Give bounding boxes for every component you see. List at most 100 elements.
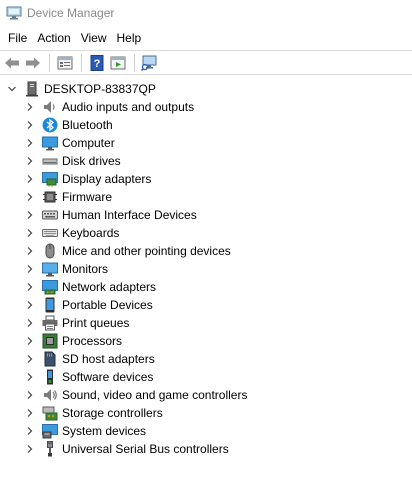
expand-chevron-icon[interactable] — [24, 407, 36, 419]
category-label: Human Interface Devices — [62, 208, 197, 222]
disk-drive-icon — [42, 153, 58, 169]
expand-chevron-icon[interactable] — [24, 281, 36, 293]
computer-monitor-icon — [42, 135, 58, 151]
properties-icon — [57, 56, 73, 70]
category-portable-devices[interactable]: Portable Devices — [0, 296, 412, 314]
expand-chevron-icon[interactable] — [24, 263, 36, 275]
properties-button[interactable] — [55, 53, 75, 73]
computer-name-label: DESKTOP-83837QP — [44, 82, 156, 96]
category-label: Sound, video and game controllers — [62, 388, 248, 402]
category-label: Storage controllers — [62, 406, 163, 420]
category-label: Portable Devices — [62, 298, 153, 312]
expand-chevron-icon[interactable] — [24, 353, 36, 365]
category-network-adapters[interactable]: Network adapters — [0, 278, 412, 296]
category-label: Processors — [62, 334, 123, 348]
title-bar: Device Manager — [0, 0, 412, 25]
scan-hardware-button[interactable] — [140, 53, 160, 73]
expand-chevron-icon[interactable] — [24, 101, 36, 113]
expand-chevron-icon[interactable] — [24, 137, 36, 149]
category-firmware[interactable]: Firmware — [0, 188, 412, 206]
category-keyboards[interactable]: Keyboards — [0, 224, 412, 242]
category-label: Print queues — [62, 316, 130, 330]
category-storage-controllers[interactable]: Storage controllers — [0, 404, 412, 422]
device-manager-window: Device Manager File Action View Help ? D… — [0, 0, 412, 479]
category-usb-controllers[interactable]: Universal Serial Bus controllers — [0, 440, 412, 458]
category-software-devices[interactable]: Software devices — [0, 368, 412, 386]
menu-help[interactable]: Help — [112, 28, 147, 48]
expand-chevron-icon[interactable] — [24, 155, 36, 167]
scan-hardware-icon — [141, 55, 159, 71]
category-sound-video-game[interactable]: Sound, video and game controllers — [0, 386, 412, 404]
expand-chevron-icon[interactable] — [24, 335, 36, 347]
back-button[interactable] — [2, 53, 22, 73]
window-title: Device Manager — [27, 5, 115, 20]
category-processors[interactable]: Processors — [0, 332, 412, 350]
device-tree: DESKTOP-83837QP Audio inputs and outputs — [0, 75, 412, 458]
run-icon — [110, 56, 126, 70]
category-label: Network adapters — [62, 280, 157, 294]
toolbar-separator — [81, 53, 82, 72]
network-adapter-icon — [42, 279, 58, 295]
sound-controller-icon — [42, 387, 58, 403]
software-device-icon — [42, 369, 58, 385]
category-label: Computer — [62, 136, 115, 150]
tree-root[interactable]: DESKTOP-83837QP — [0, 80, 412, 98]
expand-chevron-icon[interactable] — [24, 227, 36, 239]
toolbar-separator — [49, 53, 50, 72]
monitor-icon — [42, 261, 58, 277]
category-hid[interactable]: Human Interface Devices — [0, 206, 412, 224]
back-icon — [4, 56, 20, 70]
menu-action[interactable]: Action — [32, 28, 75, 48]
category-label: Bluetooth — [62, 118, 113, 132]
collapse-chevron-icon[interactable] — [6, 83, 18, 95]
expand-chevron-icon[interactable] — [24, 425, 36, 437]
menu-file[interactable]: File — [3, 28, 32, 48]
speaker-icon — [42, 99, 58, 115]
expand-chevron-icon[interactable] — [24, 173, 36, 185]
keyboard-icon — [42, 225, 58, 241]
category-bluetooth[interactable]: Bluetooth — [0, 116, 412, 134]
category-computer[interactable]: Computer — [0, 134, 412, 152]
forward-button[interactable] — [23, 53, 43, 73]
category-disk-drives[interactable]: Disk drives — [0, 152, 412, 170]
help-button[interactable]: ? — [87, 53, 107, 73]
computer-tower-icon — [24, 81, 40, 97]
toolbar-separator — [134, 53, 135, 72]
expand-chevron-icon[interactable] — [24, 443, 36, 455]
expand-chevron-icon[interactable] — [24, 317, 36, 329]
menu-bar: File Action View Help — [0, 25, 412, 50]
category-audio[interactable]: Audio inputs and outputs — [0, 98, 412, 116]
firmware-icon — [42, 189, 58, 205]
category-label: Disk drives — [62, 154, 121, 168]
category-mice[interactable]: Mice and other pointing devices — [0, 242, 412, 260]
expand-chevron-icon[interactable] — [24, 191, 36, 203]
menu-view[interactable]: View — [76, 28, 112, 48]
category-label: Firmware — [62, 190, 112, 204]
category-label: Universal Serial Bus controllers — [62, 442, 229, 456]
category-display-adapters[interactable]: Display adapters — [0, 170, 412, 188]
toolbar: ? — [0, 51, 412, 75]
category-print-queues[interactable]: Print queues — [0, 314, 412, 332]
mouse-icon — [42, 243, 58, 259]
expand-chevron-icon[interactable] — [24, 119, 36, 131]
category-monitors[interactable]: Monitors — [0, 260, 412, 278]
expand-chevron-icon[interactable] — [24, 245, 36, 257]
bluetooth-icon — [42, 117, 58, 133]
sd-card-icon — [42, 351, 58, 367]
category-label: SD host adapters — [62, 352, 155, 366]
svg-text:?: ? — [94, 58, 101, 70]
expand-chevron-icon[interactable] — [24, 209, 36, 221]
category-system-devices[interactable]: System devices — [0, 422, 412, 440]
expand-chevron-icon[interactable] — [24, 371, 36, 383]
category-label: System devices — [62, 424, 147, 438]
display-adapter-icon — [42, 171, 58, 187]
device-manager-app-icon — [6, 6, 22, 20]
category-sd-host-adapters[interactable]: SD host adapters — [0, 350, 412, 368]
printer-icon — [42, 315, 58, 331]
run-button[interactable] — [108, 53, 128, 73]
category-label: Mice and other pointing devices — [62, 244, 231, 258]
processor-icon — [42, 333, 58, 349]
expand-chevron-icon[interactable] — [24, 389, 36, 401]
expand-chevron-icon[interactable] — [24, 299, 36, 311]
category-label: Display adapters — [62, 172, 152, 186]
